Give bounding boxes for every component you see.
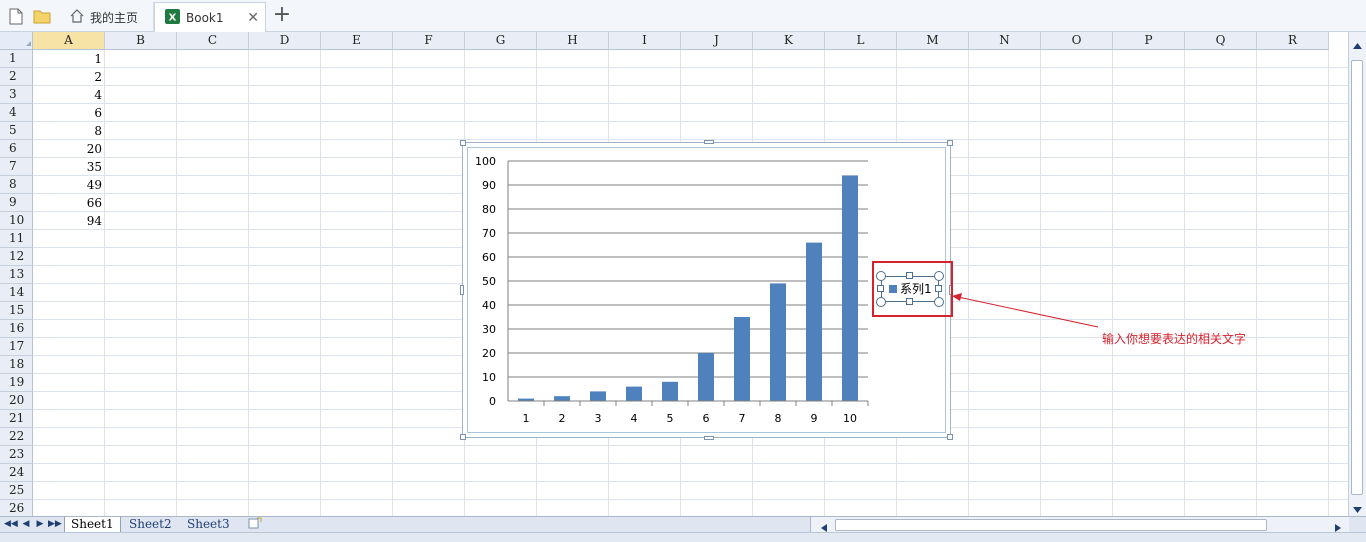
sheet-tab-1[interactable]: Sheet1: [64, 517, 121, 533]
sheet-tab-bar: ◀◀ ◀ ▶ ▶▶ Sheet1 Sheet2 Sheet3: [0, 516, 1366, 533]
first-sheet-icon[interactable]: ◀◀: [4, 517, 18, 532]
next-sheet-icon[interactable]: ▶: [34, 517, 46, 532]
horizontal-scrollbar[interactable]: [810, 517, 1349, 532]
vertical-scroll-thumb[interactable]: [1351, 60, 1363, 495]
horizontal-scroll-thumb[interactable]: [835, 519, 1267, 531]
add-sheet-icon[interactable]: [242, 517, 268, 532]
scroll-down-icon[interactable]: [1353, 502, 1362, 516]
sheet-tab-2[interactable]: Sheet2: [123, 517, 178, 532]
annotation-text: 输入你想要表达的相关文字: [1102, 332, 1247, 346]
scroll-up-icon[interactable]: [1353, 38, 1362, 52]
vertical-scrollbar[interactable]: [1348, 32, 1366, 516]
last-sheet-icon[interactable]: ▶▶: [48, 517, 62, 532]
annotation-arrow: [952, 293, 1099, 328]
prev-sheet-icon[interactable]: ◀: [20, 517, 32, 532]
sheet-tab-3[interactable]: Sheet3: [181, 517, 236, 532]
